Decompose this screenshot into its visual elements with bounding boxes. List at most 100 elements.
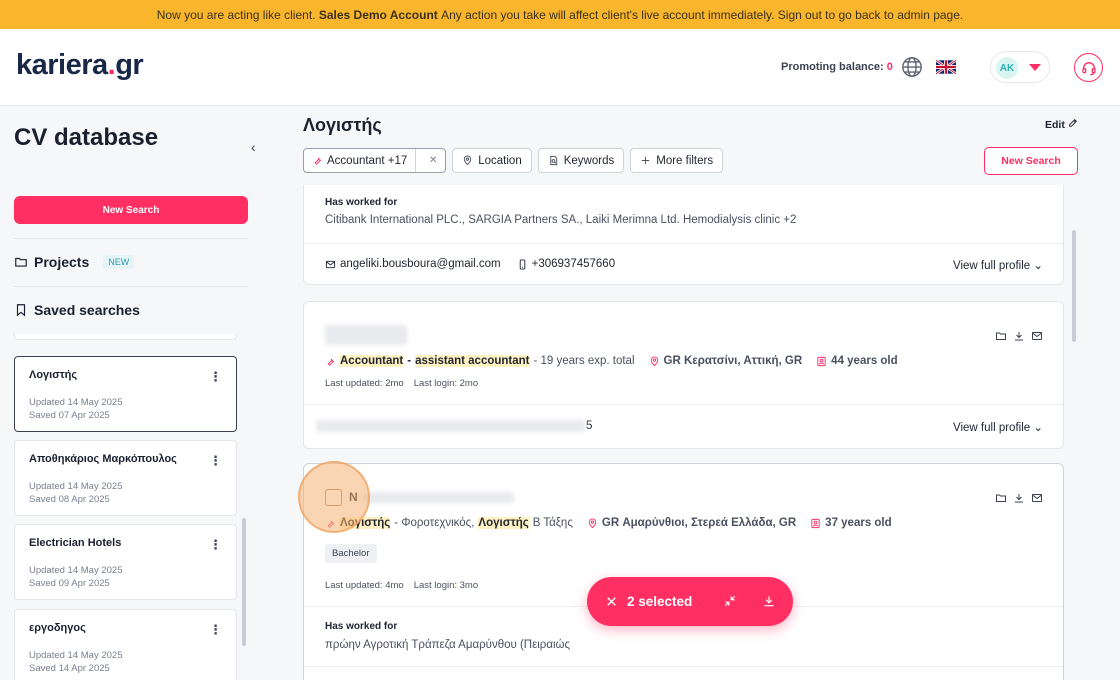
sidebar-divider [14,238,248,239]
more-filters-button[interactable]: More filters [630,148,724,173]
close-icon[interactable] [605,595,618,608]
saved-search-card[interactable]: εργοδηγος ⋮ Updated 14 May 2025 Saved 14… [14,609,237,680]
sidebar-new-search-button[interactable]: New Search [14,196,248,224]
selection-bar: 2 selected [587,577,793,626]
candidate-phone[interactable]: +306937457660 [532,258,615,270]
collapse-icon[interactable] [723,594,737,608]
experience: - 19 years exp. total [533,355,635,367]
last-updated: Last updated: 2mo [325,378,404,389]
job-title-line: Λογιστής - Φοροτεχνικός, Λογιστής Β Τάξη… [325,517,892,529]
candidate-card: N Λογιστής - Φοροτεχνικός, Λογιστής Β Τά… [303,463,1064,680]
sidebar: CV database ‹ New Search Projects NEW Sa… [0,106,262,680]
worked-for-text: Citibank International PLC., SARGIA Part… [325,214,797,226]
edit-label: Edit [1045,119,1065,131]
saved-search-saved: Saved 14 Apr 2025 [29,663,110,674]
page-title: Λογιστής [303,115,382,135]
saved-search-saved: Saved 07 Apr 2025 [29,410,110,421]
last-login: Last login: 2mo [413,378,479,389]
keyword-filter-chip[interactable]: Accountant +17 ✕ [303,148,447,173]
candidate-location: GR Αμαρύνθιοι, Στερεά Ελλάδα, GR [601,517,797,529]
kariera-logo[interactable]: kariera.gr [16,49,144,82]
sidebar-item-projects[interactable]: Projects NEW [14,254,135,270]
uk-flag-icon[interactable] [936,60,956,74]
worked-for-text: πρώην Αγροτική Τράπεζα Αμαρύνθου (Πειραι… [325,639,571,651]
sidebar-scrollbar[interactable] [242,518,246,646]
promoting-balance: Promoting balance: 0 [781,61,893,73]
avatar: AK [996,57,1018,79]
meta-line: Last updated: 4mo Last login: 3mo [325,580,488,591]
sidebar-title: CV database [14,124,159,151]
candidate-age: 37 years old [825,517,892,529]
card-divider [304,666,1063,667]
card-actions [995,330,1043,342]
chevron-down-icon: ⌄ [1033,422,1043,434]
job-title-highlight: assistant accountant [415,355,530,367]
promo-label: Promoting balance: [781,61,884,73]
job-title-middle: - Φοροτεχνικός, [394,517,475,529]
last-updated: Last updated: 4mo [325,580,404,591]
more-vertical-icon[interactable]: ⋮ [209,537,222,553]
mail-icon[interactable] [1031,492,1043,504]
view-full-profile-link[interactable]: View full profile ⌄ [953,258,1043,272]
worked-for-label: Has worked for [325,621,398,632]
folder-icon[interactable] [995,492,1007,504]
caret-down-icon [1029,64,1041,71]
folder-icon[interactable] [995,330,1007,342]
user-menu[interactable]: AK [990,51,1050,83]
saved-searches-list: Λογιστής ⋮ Updated 14 May 2025 Saved 07 … [14,334,238,680]
more-vertical-icon[interactable]: ⋮ [209,369,222,385]
support-button[interactable] [1074,53,1103,82]
job-title-highlight: Accountant [340,355,404,367]
impersonation-banner: Now you are acting like client. Sales De… [0,0,1120,29]
contact-row-blurred: 5 [316,420,592,432]
clear-filter-button[interactable]: ✕ [421,155,445,166]
projects-label: Projects [34,254,90,270]
saved-search-card[interactable] [14,334,237,340]
saved-search-updated: Updated 14 May 2025 [29,565,123,576]
click-indicator [298,461,370,533]
card-divider [304,243,1063,244]
filter-bar: Accountant +17 ✕ Location Keywords More … [303,148,724,173]
candidate-name-blurred [325,325,407,345]
download-icon[interactable] [1013,492,1025,504]
candidate-name-blurred [362,492,514,503]
saved-search-name: Electrician Hotels [29,537,122,549]
saved-search-saved: Saved 08 Apr 2025 [29,494,110,505]
logo-main: kariera [16,49,108,81]
more-filters-label: More filters [656,154,714,167]
promo-value: 0 [886,61,893,73]
collapse-sidebar-icon[interactable]: ‹ [251,139,256,155]
sidebar-item-saved-searches[interactable]: Saved searches [14,302,140,318]
saved-search-card[interactable]: Αποθηκάριος Μαρκόπουλος ⋮ Updated 14 May… [14,440,237,516]
card-divider [304,404,1063,405]
more-vertical-icon[interactable]: ⋮ [209,453,222,469]
download-icon[interactable] [1013,330,1025,342]
new-search-button[interactable]: New Search [984,147,1078,175]
saved-search-card[interactable]: Λογιστής ⋮ Updated 14 May 2025 Saved 07 … [14,356,237,432]
saved-searches-label: Saved searches [34,302,140,318]
keywords-label: Keywords [563,154,615,167]
contact-row: angeliki.bousboura@gmail.com +3069374576… [325,258,615,270]
view-full-profile-link[interactable]: View full profile ⌄ [953,420,1043,434]
candidate-email[interactable]: angeliki.bousboura@gmail.com [340,258,501,270]
last-login: Last login: 3mo [413,580,479,591]
mail-icon[interactable] [1031,330,1043,342]
document-search-icon [550,155,557,166]
plus-icon [642,156,650,165]
keywords-filter-button[interactable]: Keywords [537,148,625,173]
view-label: View full profile [953,260,1031,272]
candidate-location: GR Κερατσίνι, Αττική, GR [663,355,803,367]
saved-search-card[interactable]: Electrician Hotels ⋮ Updated 14 May 2025… [14,524,237,600]
map-pin-icon [650,356,658,366]
globe-icon[interactable] [901,56,923,78]
location-filter-button[interactable]: Location [452,148,532,173]
download-icon[interactable] [762,594,776,608]
logo-tld: gr [115,49,144,81]
saved-search-name: Λογιστής [29,369,78,381]
results-scrollbar[interactable] [1072,230,1076,342]
banner-suffix: Any action you take will affect client's… [441,7,964,22]
phone-icon [519,258,525,270]
edit-button[interactable]: Edit [1045,118,1078,131]
meta-line: Last updated: 2mo Last login: 2mo [325,378,488,389]
more-vertical-icon[interactable]: ⋮ [209,622,222,638]
